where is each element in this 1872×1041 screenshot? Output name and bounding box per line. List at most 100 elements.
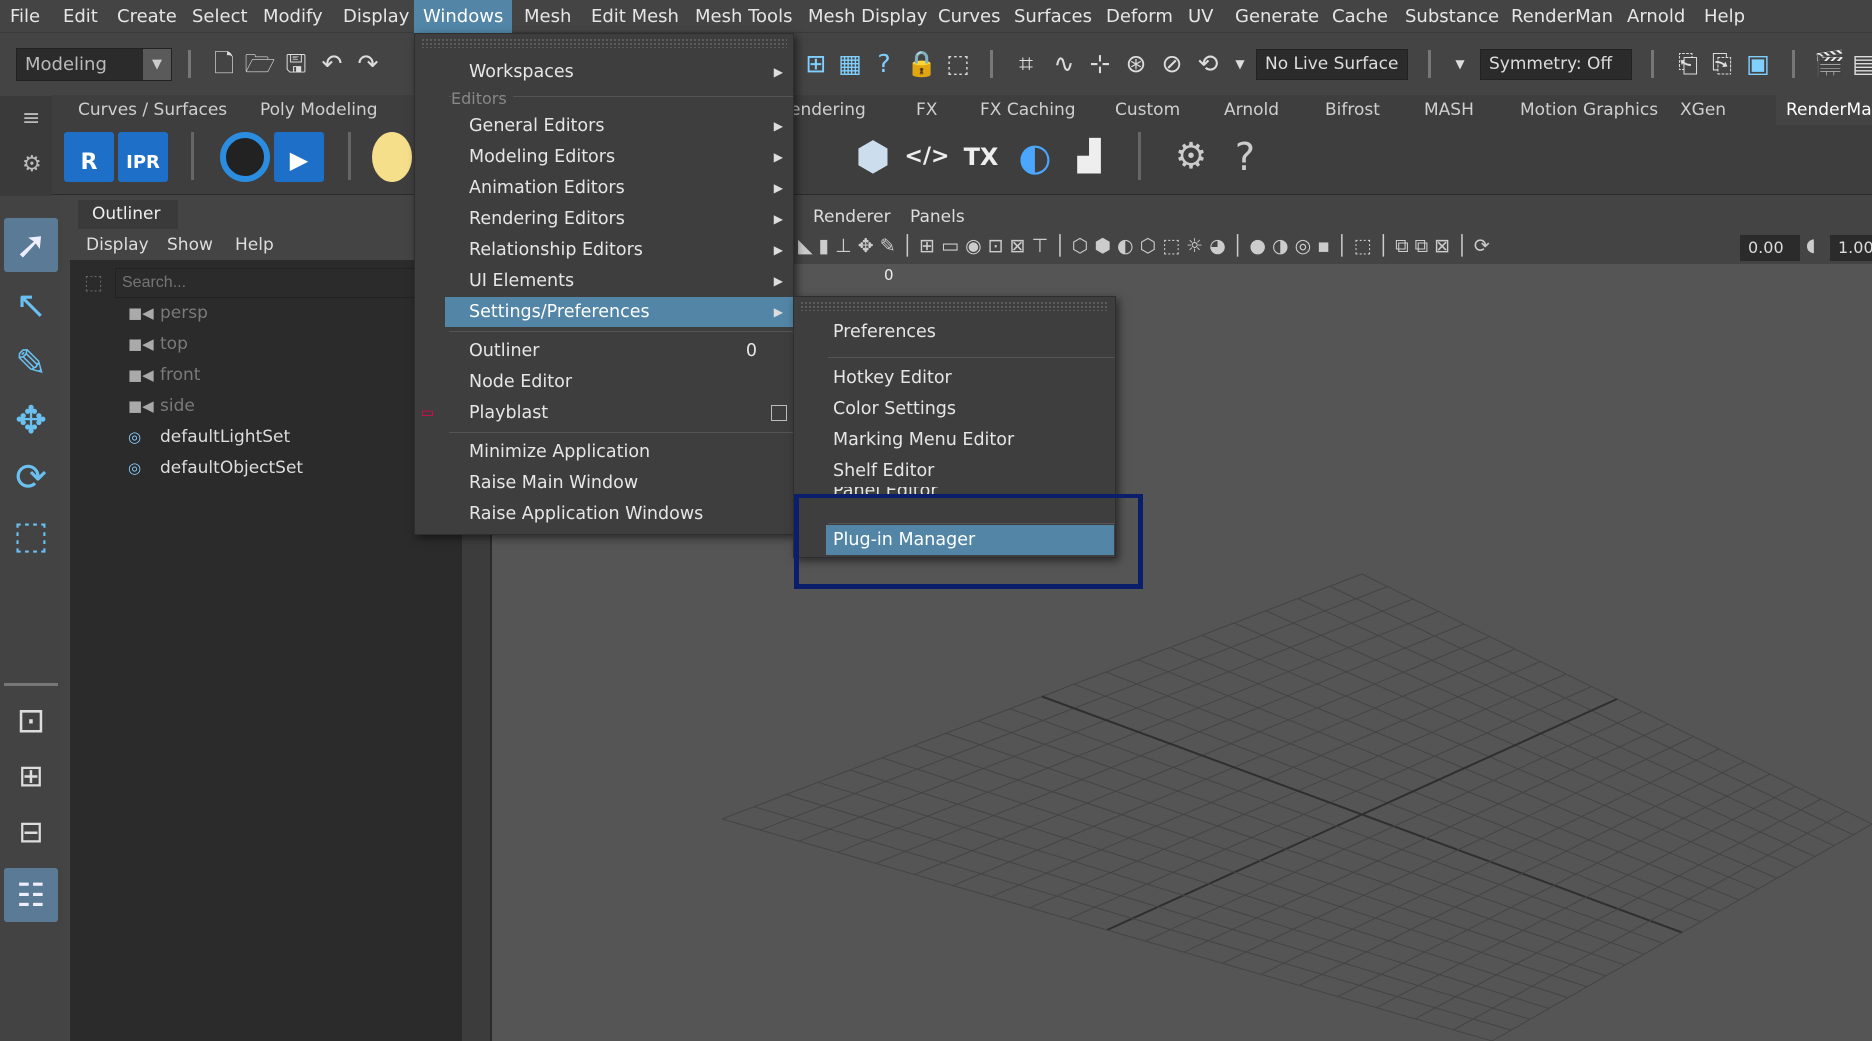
outliner-menu-help[interactable]: Help	[235, 230, 274, 260]
filter-icon[interactable]: ⬚	[84, 270, 103, 294]
menu-windows[interactable]: Windows	[414, 0, 513, 33]
workspace-dropdown[interactable]: Modeling ▼	[16, 48, 172, 81]
shelf-tab-bifrost[interactable]: Bifrost	[1325, 95, 1380, 125]
output-icon[interactable]: ⎘	[1706, 49, 1738, 79]
layout-two-icon[interactable]: ⊟	[6, 808, 56, 858]
chevron-down-icon[interactable]: ▼	[1444, 49, 1476, 79]
option-box-icon[interactable]	[771, 405, 787, 421]
move-tool-icon[interactable]: ✥	[6, 395, 56, 445]
shelf-tab-xgen[interactable]: XGen	[1680, 95, 1726, 125]
shelf-tab-poly-modeling[interactable]: Poly Modeling	[260, 95, 378, 125]
viewport-menu-panels[interactable]: Panels	[910, 207, 965, 227]
shelf-tab-rendering[interactable]: endering	[790, 95, 866, 125]
tearoff-grip[interactable]	[800, 301, 1109, 311]
render-settings-icon[interactable]: ▣	[1742, 49, 1774, 79]
menu-icon[interactable]: ≡	[22, 106, 40, 131]
menu-item-marking-menu-editor[interactable]: Marking Menu Editor	[794, 425, 1115, 455]
menu-item-raise-main-window[interactable]: Raise Main Window	[415, 468, 793, 498]
menu-edit[interactable]: Edit	[63, 0, 98, 33]
layout-four-icon[interactable]: ⊞	[6, 752, 56, 802]
snap-live-icon[interactable]: ⟲	[1192, 49, 1224, 79]
save-scene-icon[interactable]: 🖫	[280, 49, 312, 79]
menu-substance[interactable]: Substance	[1405, 0, 1499, 33]
viewport-field-2[interactable]: 1.00	[1830, 235, 1872, 261]
render-frame-icon[interactable]: ▤	[1848, 49, 1872, 79]
menu-surfaces[interactable]: Surfaces	[1014, 0, 1092, 33]
chevron-down-icon[interactable]: ▼	[1224, 49, 1256, 79]
layout-single-icon[interactable]: ⊡	[6, 696, 56, 746]
outliner-menu-show[interactable]: Show	[167, 230, 213, 260]
outliner-item[interactable]: ■◀ side	[128, 393, 195, 419]
menu-item-modeling-editors[interactable]: Modeling Editors ▶	[415, 142, 793, 172]
help-icon[interactable]: ?	[1220, 132, 1270, 182]
render-view-icon[interactable]: 🎬	[1814, 49, 1846, 79]
menu-item-hotkey-editor[interactable]: Hotkey Editor	[794, 363, 1115, 393]
menu-display[interactable]: Display	[343, 0, 409, 33]
outliner-item[interactable]: ■◀ persp	[128, 300, 208, 326]
viewport-field-1[interactable]: 0.00	[1740, 235, 1800, 261]
symmetry-field[interactable]: Symmetry: Off	[1480, 49, 1632, 80]
shelf-tab-curves-surfaces[interactable]: Curves / Surfaces	[78, 95, 227, 125]
menu-mesh-tools[interactable]: Mesh Tools	[695, 0, 792, 33]
rotate-tool-icon[interactable]: ⟳	[6, 452, 56, 502]
snap-surface-icon[interactable]: ⊘	[1156, 49, 1188, 79]
outliner-menu-display[interactable]: Display	[86, 230, 149, 260]
menu-edit-mesh[interactable]: Edit Mesh	[591, 0, 679, 33]
menu-mesh[interactable]: Mesh	[524, 0, 571, 33]
menu-item-rendering-editors[interactable]: Rendering Editors ▶	[415, 204, 793, 234]
outliner-item[interactable]: ◎ defaultLightSet	[128, 424, 290, 450]
scale-tool-icon[interactable]: ⬚	[6, 510, 56, 560]
shelf-tab-fx[interactable]: FX	[916, 95, 937, 125]
new-scene-icon[interactable]: 🗋	[208, 49, 240, 79]
menu-item-general-editors[interactable]: General Editors ▶	[415, 111, 793, 141]
outliner-search-input[interactable]	[115, 268, 415, 298]
gear-icon[interactable]: ⚙	[22, 152, 42, 177]
shelf-tab-arnold[interactable]: Arnold	[1224, 95, 1279, 125]
viewport-menu-renderer[interactable]: Renderer	[813, 207, 891, 227]
settings-icon[interactable]: ⚙	[1166, 132, 1216, 182]
menu-cache[interactable]: Cache	[1332, 0, 1388, 33]
menu-modify[interactable]: Modify	[263, 0, 323, 33]
snap-view-icon[interactable]: ⊛	[1120, 49, 1152, 79]
menu-item-shelf-editor[interactable]: Shelf Editor	[794, 456, 1115, 486]
snap-icon[interactable]: ⊞	[800, 49, 832, 79]
package-icon[interactable]: ⬢	[848, 132, 898, 182]
shelf-tab-fx-caching[interactable]: FX Caching	[980, 95, 1076, 125]
menu-file[interactable]: File	[10, 0, 40, 33]
menu-item-ui-elements[interactable]: UI Elements ▶	[415, 266, 793, 296]
tearoff-grip[interactable]	[421, 38, 787, 48]
grid-snap-icon[interactable]: ▦	[834, 49, 866, 79]
snap-curve-icon[interactable]: ∿	[1048, 49, 1080, 79]
light-icon[interactable]	[372, 132, 412, 182]
menu-deform[interactable]: Deform	[1106, 0, 1173, 33]
menu-item-preferences[interactable]: Preferences	[794, 317, 1115, 347]
menu-item-outliner[interactable]: Outliner 0	[415, 336, 793, 366]
menu-arnold[interactable]: Arnold	[1627, 0, 1685, 33]
outliner-item[interactable]: ■◀ front	[128, 362, 200, 388]
select-tool-icon[interactable]: ➚	[6, 220, 56, 270]
shelf-tab-mash[interactable]: MASH	[1424, 95, 1474, 125]
shelf-tab-custom[interactable]: Custom	[1115, 95, 1180, 125]
shelf-tab-renderman[interactable]: RenderMa	[1776, 95, 1872, 126]
lasso-tool-icon[interactable]: ↖	[6, 280, 56, 330]
renderman-ipr-icon[interactable]: IPR	[118, 132, 168, 182]
menu-help[interactable]: Help	[1704, 0, 1745, 33]
tx-icon[interactable]: TX	[956, 132, 1006, 182]
menu-item-node-editor[interactable]: Node Editor	[415, 367, 793, 397]
menu-uv[interactable]: UV	[1188, 0, 1214, 33]
snap-grid-icon[interactable]: ⌗	[1010, 49, 1042, 79]
menu-curves[interactable]: Curves	[938, 0, 1000, 33]
live-surface-field[interactable]: No Live Surface	[1256, 49, 1408, 80]
menu-item-playblast[interactable]: ▭ Playblast	[415, 398, 793, 428]
menu-item-color-settings[interactable]: Color Settings	[794, 394, 1115, 424]
outliner-layout-icon[interactable]: ☷	[6, 870, 56, 920]
code-icon[interactable]: </>	[902, 132, 952, 182]
moon-icon[interactable]: ◐	[1010, 132, 1060, 182]
histogram-icon[interactable]: ▟	[1064, 132, 1114, 182]
input-icon[interactable]: ⎗	[1672, 49, 1704, 79]
menu-item-minimize-application[interactable]: Minimize Application	[415, 437, 793, 467]
render-view-icon[interactable]	[220, 132, 270, 182]
lock-icon[interactable]: 🔒	[906, 49, 938, 79]
gamma-icon[interactable]: ◖	[1806, 235, 1815, 256]
menu-select[interactable]: Select	[192, 0, 248, 33]
